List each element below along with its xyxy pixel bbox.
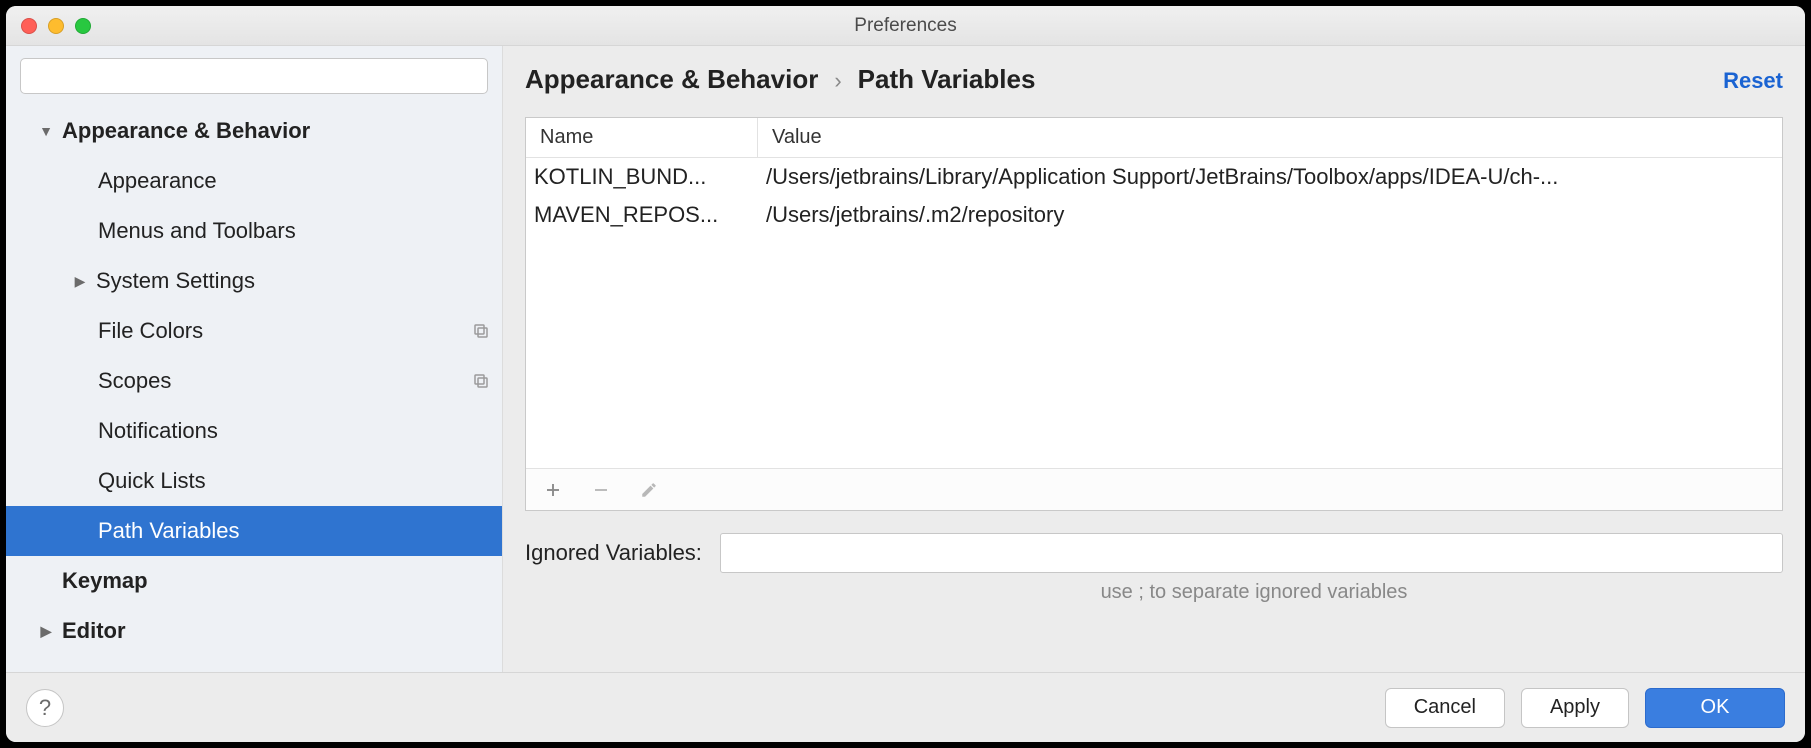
col-header-name[interactable]: Name: [526, 118, 758, 157]
preferences-window: Preferences ▼Appearance & BehaviorAppear…: [6, 6, 1805, 742]
sidebar-item-label: Keymap: [62, 568, 148, 594]
sidebar-item-scopes[interactable]: Scopes: [6, 356, 502, 406]
body: ▼Appearance & BehaviorAppearanceMenus an…: [6, 46, 1805, 672]
table-body: KOTLIN_BUND.../Users/jetbrains/Library/A…: [526, 158, 1782, 468]
caret-icon: ▶: [68, 273, 92, 290]
sidebar-item-label: Notifications: [98, 418, 218, 444]
sidebar-item-quick-lists[interactable]: Quick Lists: [6, 456, 502, 506]
add-button[interactable]: [544, 481, 562, 499]
apply-button[interactable]: Apply: [1521, 688, 1629, 728]
reset-link[interactable]: Reset: [1723, 68, 1783, 94]
main-panel: Appearance & Behavior › Path Variables R…: [503, 46, 1805, 672]
breadcrumb-sep: ›: [834, 68, 841, 94]
titlebar: Preferences: [6, 6, 1805, 46]
ok-button[interactable]: OK: [1645, 688, 1785, 728]
sidebar-item-appearance-behavior[interactable]: ▼Appearance & Behavior: [6, 106, 502, 156]
breadcrumb: Appearance & Behavior › Path Variables R…: [525, 64, 1783, 95]
sidebar-item-label: Appearance: [98, 168, 217, 194]
sidebar-item-label: Menus and Toolbars: [98, 218, 296, 244]
table-toolbar: [526, 468, 1782, 510]
sidebar-item-file-colors[interactable]: File Colors: [6, 306, 502, 356]
breadcrumb-parent: Appearance & Behavior: [525, 64, 818, 95]
breadcrumb-current: Path Variables: [858, 64, 1036, 95]
cancel-button[interactable]: Cancel: [1385, 688, 1505, 728]
ignored-variables-row: Ignored Variables:: [525, 533, 1783, 573]
ignored-variables-label: Ignored Variables:: [525, 540, 702, 566]
copy-scope-icon: [472, 372, 490, 390]
sidebar-item-label: Appearance & Behavior: [62, 118, 310, 144]
sidebar-item-label: Path Variables: [98, 518, 239, 544]
cell-value: /Users/jetbrains/.m2/repository: [758, 202, 1782, 228]
sidebar-item-editor[interactable]: ▶Editor: [6, 606, 502, 656]
window-title: Preferences: [6, 15, 1805, 37]
sidebar-item-label: Scopes: [98, 368, 171, 394]
sidebar-item-keymap[interactable]: Keymap: [6, 556, 502, 606]
sidebar-item-menus-and-toolbars[interactable]: Menus and Toolbars: [6, 206, 502, 256]
sidebar-item-label: System Settings: [96, 268, 255, 294]
table-row[interactable]: KOTLIN_BUND.../Users/jetbrains/Library/A…: [526, 158, 1782, 196]
help-button[interactable]: ?: [26, 689, 64, 727]
sidebar-item-appearance[interactable]: Appearance: [6, 156, 502, 206]
sidebar-item-path-variables[interactable]: Path Variables: [6, 506, 502, 556]
settings-tree: ▼Appearance & Behavior Appearance Menus an…: [6, 106, 502, 672]
table-header: Name Value: [526, 118, 1782, 158]
sidebar: ▼Appearance & Behavior Appearance Menus an…: [6, 46, 503, 672]
sidebar-item-label: File Colors: [98, 318, 203, 344]
caret-icon: ▶: [34, 623, 58, 640]
search-input[interactable]: [20, 58, 488, 94]
ignored-variables-input[interactable]: [720, 533, 1783, 573]
cell-name: KOTLIN_BUND...: [526, 164, 758, 190]
table-row[interactable]: MAVEN_REPOS.../Users/jetbrains/.m2/repos…: [526, 196, 1782, 234]
edit-button[interactable]: [640, 481, 658, 499]
sidebar-item-label: Editor: [62, 618, 126, 644]
col-header-value[interactable]: Value: [758, 118, 1782, 157]
path-variables-table: Name Value KOTLIN_BUND.../Users/jetbrain…: [525, 117, 1783, 511]
sidebar-item-label: Quick Lists: [98, 468, 206, 494]
cell-value: /Users/jetbrains/Library/Application Sup…: [758, 164, 1782, 190]
caret-icon: ▼: [34, 123, 58, 139]
dialog-footer: ? Cancel Apply OK: [6, 672, 1805, 742]
ignored-variables-hint: use ; to separate ignored variables: [525, 581, 1783, 604]
sidebar-item-notifications[interactable]: Notifications: [6, 406, 502, 456]
copy-scope-icon: [472, 322, 490, 340]
sidebar-item-system-settings[interactable]: ▶System Settings: [6, 256, 502, 306]
cell-name: MAVEN_REPOS...: [526, 202, 758, 228]
remove-button[interactable]: [592, 481, 610, 499]
